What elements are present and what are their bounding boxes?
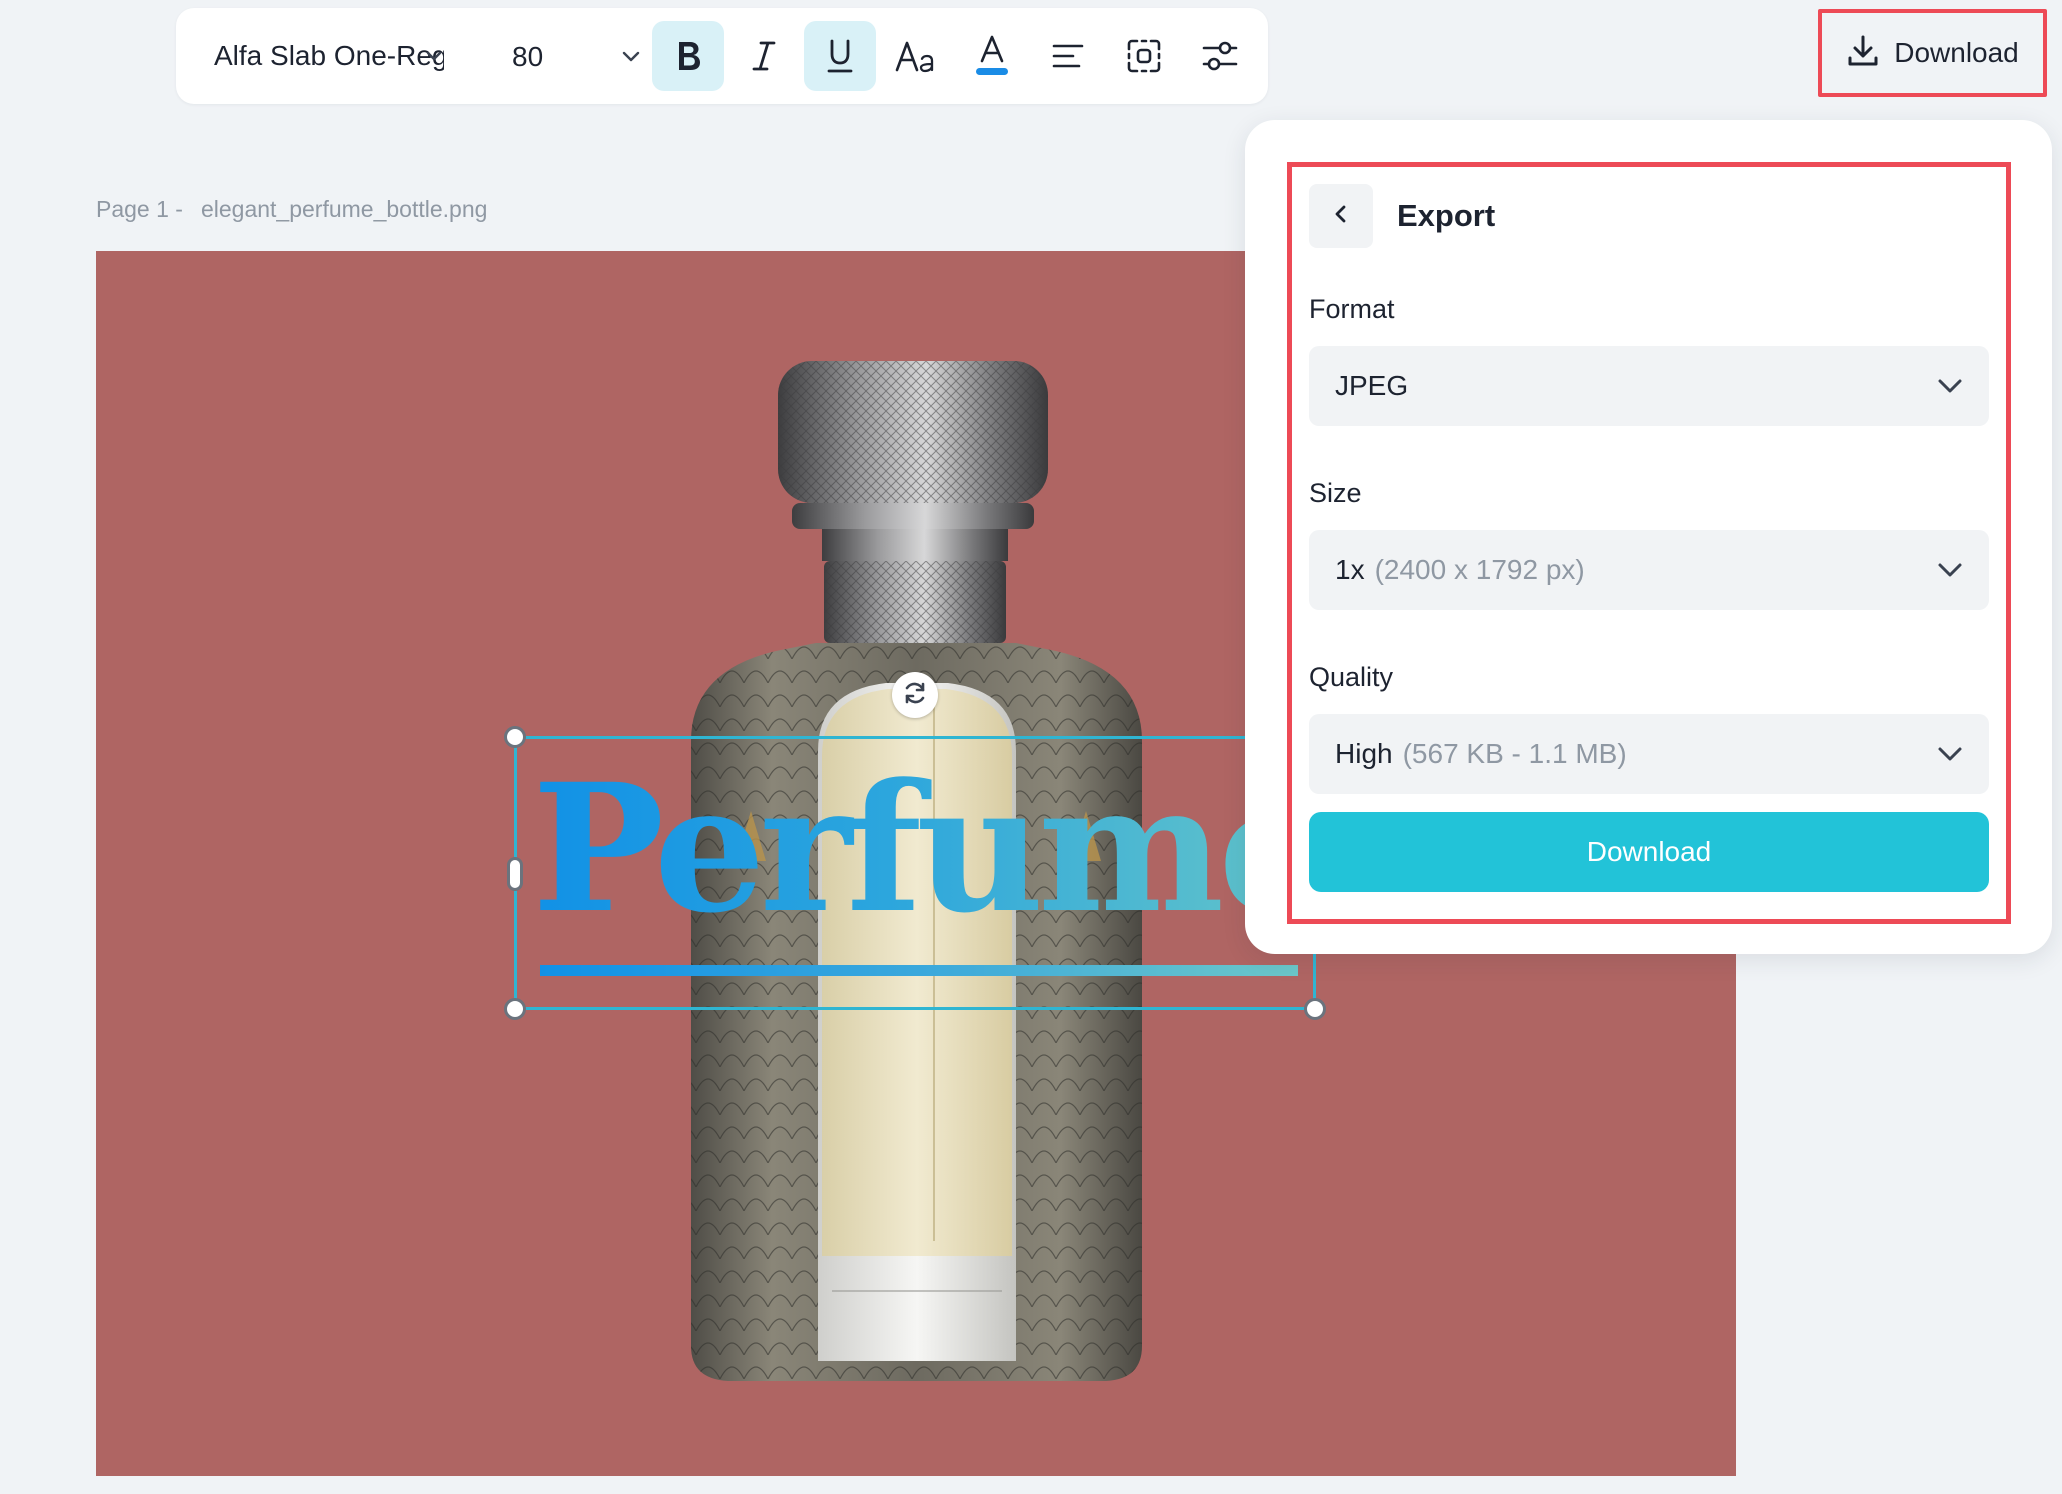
format-select[interactable]: JPEG [1309, 346, 1989, 426]
header-download-label: Download [1894, 37, 2019, 68]
export-back-button[interactable] [1309, 184, 1373, 248]
italic-button[interactable] [728, 21, 800, 91]
export-download-label: Download [1586, 836, 1712, 867]
header-download-button[interactable]: Download [1818, 9, 2047, 97]
export-title: Export [1397, 198, 1496, 233]
page-filename: elegant_perfume_bottle.png [200, 196, 488, 222]
underline-button[interactable] [804, 21, 876, 91]
resize-handle-bottom-right[interactable] [1304, 998, 1326, 1020]
editor-root: Alfa Slab One-Regular 80 [0, 0, 2062, 1494]
quality-label: Quality [1309, 662, 1394, 692]
size-value: 1x [1335, 554, 1365, 585]
underline-icon [824, 37, 856, 75]
frame-focus-icon [1125, 37, 1163, 75]
size-select[interactable]: 1x (2400 x 1792 px) [1309, 530, 1989, 610]
download-icon [1846, 34, 1880, 73]
export-panel: Export Format JPEG Size 1x (2400 x 1792 … [1245, 120, 2052, 954]
text-toolbar: Alfa Slab One-Regular 80 [176, 8, 1268, 104]
align-button[interactable] [1032, 21, 1104, 91]
size-hint: (2400 x 1792 px) [1374, 554, 1585, 585]
page-caption: Page 1 - elegant_perfume_bottle.png [96, 196, 487, 223]
quality-value: High [1335, 738, 1393, 769]
size-label: Size [1309, 478, 1362, 508]
chevron-down-icon [1937, 560, 1963, 585]
chevron-left-icon [1331, 203, 1351, 230]
text-color-button[interactable] [956, 21, 1028, 91]
bold-icon [671, 38, 705, 74]
chevron-down-icon [620, 46, 642, 71]
sliders-icon [1201, 39, 1239, 73]
italic-icon [749, 38, 779, 74]
rotate-handle[interactable] [892, 672, 938, 718]
adjustments-button[interactable] [1184, 21, 1256, 91]
align-left-icon [1051, 41, 1085, 71]
text-case-icon [894, 38, 938, 74]
chevron-down-icon [1937, 744, 1963, 769]
format-value: JPEG [1335, 370, 1409, 401]
resize-handle-bottom-left[interactable] [504, 998, 526, 1020]
text-case-button[interactable] [880, 21, 952, 91]
quality-hint: (567 KB - 1.1 MB) [1402, 738, 1627, 769]
text-color-icon [974, 34, 1010, 78]
quality-select[interactable]: High (567 KB - 1.1 MB) [1309, 714, 1989, 794]
chevron-down-icon [424, 46, 444, 71]
position-button[interactable] [1108, 21, 1180, 91]
resize-handle-left[interactable] [507, 857, 523, 891]
font-size-value: 80 [512, 41, 544, 72]
bold-button[interactable] [652, 21, 724, 91]
export-download-button[interactable]: Download [1309, 812, 1989, 892]
format-label: Format [1309, 294, 1395, 324]
font-size-select[interactable]: 80 [512, 32, 642, 80]
font-family-select[interactable]: Alfa Slab One-Regular [214, 32, 444, 80]
selection-box[interactable] [504, 726, 1326, 1020]
resize-handle-top-left[interactable] [504, 726, 526, 748]
font-family-value: Alfa Slab One-Regular [214, 40, 444, 71]
chevron-down-icon [1937, 376, 1963, 401]
page-label: Page 1 - [96, 196, 183, 222]
rotate-icon [901, 679, 929, 712]
